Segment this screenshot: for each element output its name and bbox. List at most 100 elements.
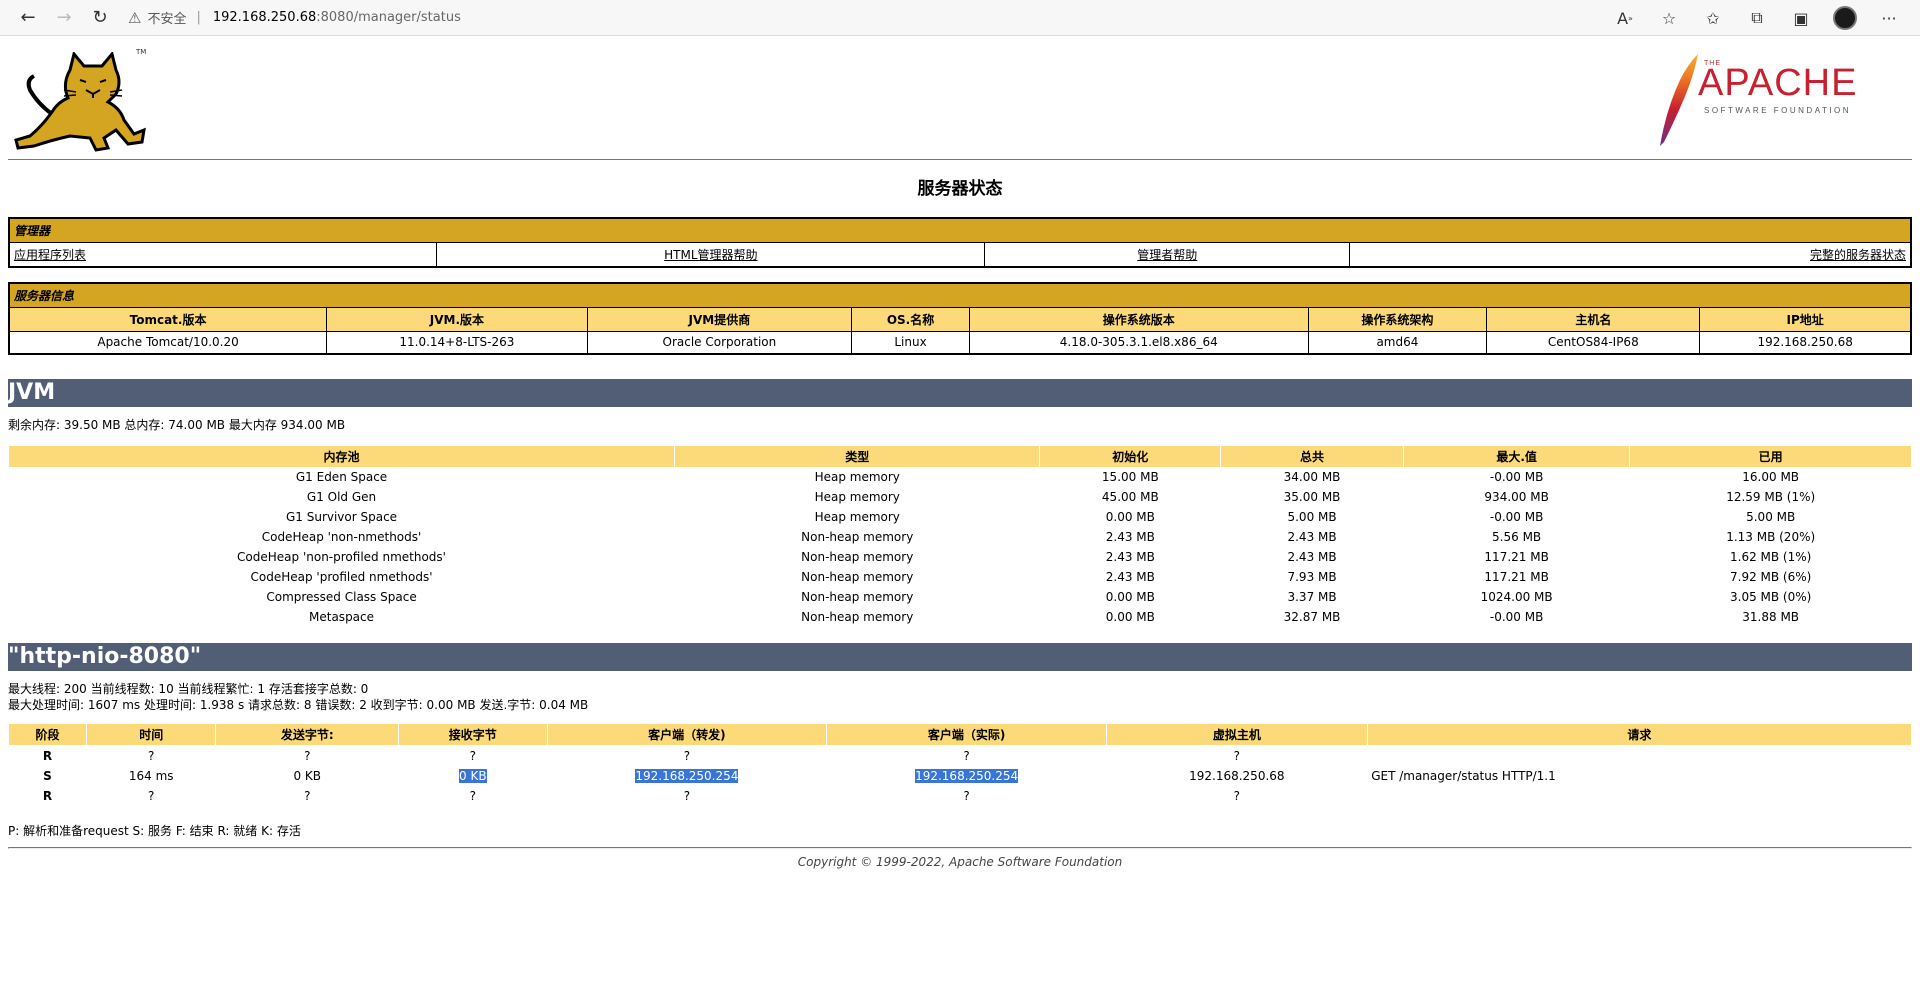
value-jvm-vendor: Oracle Corporation [586,331,853,354]
pool-name: G1 Eden Space [295,470,388,485]
table-row: S 164 ms 0 KB 0 KB 192.168.250.254 192.1… [9,766,1912,786]
tomcat-trademark: TM [136,48,147,56]
browser-essentials-icon[interactable]: ▣ [1784,3,1818,33]
pool-initial: 2.43 MB [1105,550,1155,564]
bytes-sent-cell: 0 KB [216,766,399,786]
bytes-received-cell: 0 KB [399,766,547,786]
list-applications-link[interactable]: 应用程序列表 [14,248,86,262]
header-maximum: 最大.值 [1402,444,1631,468]
value-hostname: CentOS84-IP68 [1486,331,1701,354]
bytes-received-cell: ? [469,788,476,803]
apache-subtitle: SOFTWARE FOUNDATION [1704,106,1852,115]
pool-name: Metaspace [309,610,375,624]
jvm-memory-summary: 剩余内存: 39.50 MB 总内存: 74.00 MB 最大内存 934.00… [8,417,346,432]
virtual-host-cell: 192.168.250.68 [1189,768,1285,783]
pool-name: G1 Survivor Space [285,510,398,524]
client-forwarded-cell: ? [683,748,691,763]
bytes-received-cell: ? [469,748,476,763]
jvm-section-header: JVM [8,378,1912,407]
warning-icon: ⚠ [128,8,142,27]
pool-total: 5.00 MB [1287,510,1337,524]
header-virtual-host: 虚拟主机 [1105,723,1368,746]
pool-max: 117.21 MB [1484,570,1549,584]
header-total: 总共 [1220,444,1404,468]
pool-total: 35.00 MB [1283,490,1341,504]
virtual-host-cell: ? [1233,748,1241,763]
header-bytes-received: 接收字节 [398,723,548,746]
connector-section-header: "http-nio-8080" [8,643,1912,671]
html-manager-help-link[interactable]: HTML管理器帮助 [664,248,757,262]
complete-server-status-link[interactable]: 完整的服务器状态 [1810,248,1906,262]
server-info-table: 服务器信息 Tomcat.版本 JVM.版本 JVM提供商 OS.名称 操作系统… [8,282,1912,355]
table-row: R ? ? ? ? ? ? [9,746,1912,766]
header-request: 请求 [1366,723,1913,746]
pool-max: 117.21 MB [1484,550,1549,564]
connector-request-stats: 最大处理时间: 1607 ms 处理时间: 1.938 s 请求总数: 8 错误… [8,698,589,712]
collections-icon[interactable]: ⧉ [1740,3,1774,33]
client-actual-cell: ? [963,748,970,763]
pool-total: 7.93 MB [1287,570,1337,584]
pool-max: -0.00 MB [1489,610,1544,624]
stage-legend: P: 解析和准备request S: 服务 F: 结束 R: 就绪 K: 存活 [8,823,301,838]
pool-used: 31.88 MB [1742,610,1800,624]
memory-pool-table: 内存池 类型 初始化 总共 最大.值 已用 G1 Eden Space Heap … [7,444,1912,628]
favorites-icon[interactable]: ✩ [1696,3,1730,33]
table-row: R ? ? ? ? ? ? [9,786,1912,806]
pool-total: 2.43 MB [1287,550,1337,564]
pool-used: 7.92 MB (6%) [1730,570,1812,584]
value-tomcat-version: Apache Tomcat/10.0.20 [8,331,328,354]
apache-feather-icon [1660,54,1698,146]
apache-logo[interactable]: THE APACHE SOFTWARE FOUNDATION [1652,50,1882,150]
profile-avatar[interactable] [1828,3,1862,33]
time-cell: ? [148,748,155,763]
time-cell: ? [148,788,155,803]
stage-cell: S [43,768,52,783]
request-cell [1367,786,1911,806]
refresh-button[interactable]: ↻ [82,3,118,33]
more-menu-icon[interactable]: ··· [1872,3,1906,33]
bytes-sent-cell: ? [304,748,311,763]
time-cell: 164 ms [128,768,174,783]
client-forwarded-cell: 192.168.250.254 [547,766,827,786]
header-client-actual: 客户端（实际) [826,723,1107,746]
pool-initial: 2.43 MB [1105,530,1155,544]
pool-type: Heap memory [814,470,900,485]
value-os-arch: amd64 [1307,331,1488,354]
address-separator: | [196,10,201,25]
manager-section-title: 管理器 [8,217,1912,243]
stage-cell: R [42,788,53,803]
pool-total: 3.37 MB [1287,590,1337,604]
pool-max: 5.56 MB [1492,530,1542,544]
pool-type: Heap memory [814,510,900,524]
pool-max: 1024.00 MB [1480,590,1553,604]
pool-initial: 0.00 MB [1105,610,1155,624]
pool-type: Non-heap memory [801,570,914,584]
pool-name: CodeHeap 'non-nmethods' [261,530,422,544]
pool-initial: 45.00 MB [1101,490,1159,504]
request-rows: R ? ? ? ? ? ? S 164 ms 0 KB 0 KB 192.168… [9,746,1912,806]
header-initial: 初始化 [1039,444,1222,468]
pool-type: Non-heap memory [801,610,914,624]
client-actual-cell: 192.168.250.254 [827,766,1107,786]
pool-total: 32.87 MB [1283,610,1341,624]
pool-initial: 2.43 MB [1105,570,1155,584]
tomcat-logo[interactable] [12,52,152,152]
header-jvm-version: JVM.版本 [326,307,588,332]
pool-initial: 0.00 MB [1105,510,1155,524]
manager-table: 管理器 应用程序列表 HTML管理器帮助 管理者帮助 完整的服务器状态 [8,217,1912,268]
back-button[interactable]: ← [10,3,46,33]
add-favorite-icon[interactable]: ☆ [1652,3,1686,33]
forward-button[interactable]: → [46,3,82,33]
request-table: 阶段 时间 发送字节: 接收字节 客户端（转发) 客户端（实际) 虚拟主机 请求… [7,723,1913,806]
manager-help-link[interactable]: 管理者帮助 [1137,248,1197,262]
footer-divider [8,846,1912,849]
header-os-arch: 操作系统架构 [1307,307,1488,332]
value-jvm-version: 11.0.14+8-LTS-263 [326,331,588,354]
request-cell [1367,746,1911,766]
pool-type: Non-heap memory [801,530,914,544]
header-type: 类型 [674,444,1041,468]
url-host: 192.168.250.68 [212,10,317,25]
connector-summary: 最大线程: 200 当前线程数: 10 当前线程繁忙: 1 存活套接字总数: 0… [8,681,1912,713]
header-os-version: 操作系统版本 [968,307,1309,332]
read-aloud-icon[interactable]: A» [1608,3,1642,33]
